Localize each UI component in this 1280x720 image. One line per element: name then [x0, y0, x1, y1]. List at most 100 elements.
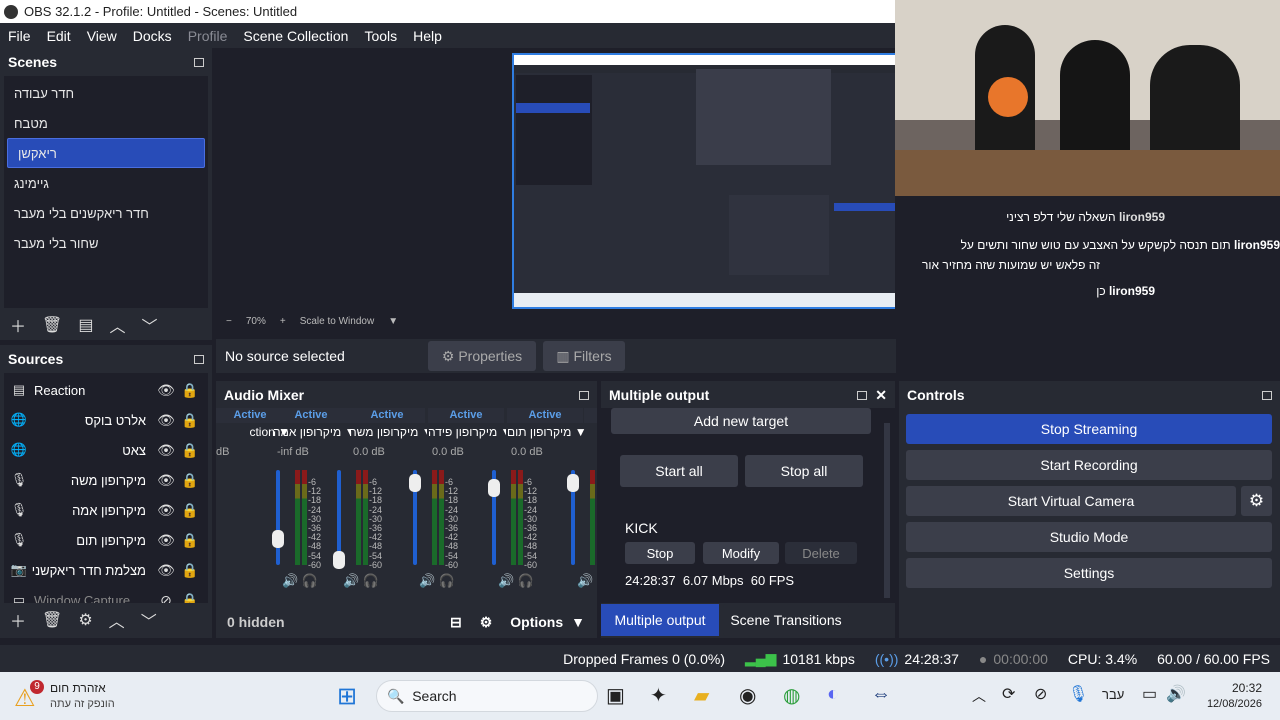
move-up-icon[interactable]: ︿ [109, 608, 125, 632]
source-item[interactable]: 🎙 מיקרופון תום 👁 🔒 [4, 525, 208, 555]
menu-help[interactable]: Help [405, 28, 450, 44]
lock-icon[interactable]: 🔒 [178, 562, 202, 579]
close-icon[interactable]: ✕ [875, 387, 887, 403]
chevron-down-icon[interactable]: ▼ [388, 316, 398, 327]
start-all-button[interactable]: Start all [620, 455, 738, 487]
scrollbar[interactable] [884, 423, 890, 598]
add-target-button[interactable]: Add new target [611, 408, 871, 434]
network-icon[interactable]: ▭ [1142, 684, 1157, 704]
copilot-icon[interactable]: ✦ [650, 683, 667, 708]
source-item[interactable]: 🎙 מיקרופון משה 👁 🔒 [4, 465, 208, 495]
scene-item[interactable]: חדר עבודה [4, 78, 208, 108]
lock-icon[interactable]: 🔒 [178, 592, 202, 604]
clock-time[interactable]: 20:32 [1220, 681, 1262, 695]
eye-icon[interactable]: 👁 [154, 502, 178, 519]
channel-name[interactable]: מיקרופון תום ▼ [507, 425, 585, 439]
delete-button[interactable]: Delete [785, 542, 857, 564]
language-indicator[interactable]: עבר [1102, 687, 1124, 702]
stop-streaming-button[interactable]: Stop Streaming [906, 414, 1272, 444]
scene-item[interactable]: גיימינג [4, 168, 208, 198]
mixer-settings-icon[interactable]: ⚙ [480, 614, 493, 631]
task-view-icon[interactable]: ▣ [606, 683, 625, 708]
lock-icon[interactable]: 🔒 [178, 532, 202, 549]
move-up-icon[interactable]: ︿ [109, 313, 125, 337]
menu-file[interactable]: File [0, 28, 39, 44]
channel-name[interactable]: מיקרופון משה ▼ [349, 425, 427, 439]
eye-icon[interactable]: 👁 [154, 412, 178, 429]
remove-scene-icon[interactable]: 🗑 [42, 315, 62, 335]
zoom-out-icon[interactable]: − [226, 316, 232, 327]
undock-icon[interactable] [1262, 390, 1272, 400]
add-source-icon[interactable]: ＋ [10, 608, 26, 632]
source-item[interactable]: 🌐 אלרט בוקס 👁 🔒 [4, 405, 208, 435]
lock-icon[interactable]: 🔒 [178, 382, 202, 399]
layout-icon[interactable]: ⊟ [450, 614, 462, 631]
menu-profile[interactable]: Profile [180, 28, 236, 44]
virtual-camera-settings-icon[interactable]: ⚙ [1241, 486, 1272, 516]
undock-icon[interactable] [857, 390, 868, 400]
tab-multiple-output[interactable]: Multiple output [601, 604, 719, 636]
lock-icon[interactable]: 🔒 [178, 472, 202, 489]
start-virtual-camera-button[interactable]: Start Virtual Camera [906, 486, 1236, 516]
source-item[interactable]: ▭ Window Capture ⊘ 🔒 [4, 585, 208, 604]
teamviewer-icon[interactable]: ⇔ [871, 683, 891, 706]
windows-start-icon[interactable]: ⊞ [337, 682, 357, 711]
search-box[interactable]: 🔍 Search [376, 680, 598, 712]
scene-item[interactable]: שחור בלי מעבר [4, 228, 208, 258]
source-item[interactable]: ▤ Reaction 👁 🔒 [4, 375, 208, 405]
channel-name[interactable]: מיקרופון פידה ▼ [428, 425, 506, 439]
source-item[interactable]: 🎙 מיקרופון אמה 👁 🔒 [4, 495, 208, 525]
chevron-up-icon[interactable]: ︿ [972, 686, 986, 706]
clock-date[interactable]: 12/08/2026 [1196, 698, 1262, 710]
volume-slider[interactable] [333, 470, 345, 569]
remove-source-icon[interactable]: 🗑 [42, 610, 62, 630]
options-button[interactable]: Options [510, 614, 563, 630]
eye-hidden-icon[interactable]: ⊘ [154, 592, 178, 604]
weather-icon[interactable]: ⚠ 9 [14, 680, 46, 712]
zoom-in-icon[interactable]: + [280, 316, 286, 327]
source-item[interactable]: 📷 מצלמת חדר ריאקשני 👁 🔒 [4, 555, 208, 585]
eye-icon[interactable]: 👁 [154, 472, 178, 489]
stop-all-button[interactable]: Stop all [745, 455, 863, 487]
menu-scene-collection[interactable]: Scene Collection [235, 28, 356, 44]
scene-item[interactable]: מטבח [4, 108, 208, 138]
eye-icon[interactable]: 👁 [154, 532, 178, 549]
modify-button[interactable]: Modify [703, 542, 779, 564]
scene-item[interactable]: חדר ריאקשנים בלי מעבר [4, 198, 208, 228]
file-explorer-icon[interactable]: ▰ [694, 683, 709, 708]
sync-icon[interactable]: ⟳ [1002, 684, 1015, 704]
volume-slider[interactable] [488, 470, 500, 565]
menu-docks[interactable]: Docks [125, 28, 180, 44]
slider-knob[interactable] [488, 478, 500, 497]
move-down-icon[interactable]: ﹀ [141, 313, 157, 337]
add-scene-icon[interactable]: ＋ [10, 313, 26, 337]
studio-mode-button[interactable]: Studio Mode [906, 522, 1272, 552]
properties-button[interactable]: ⚙ Properties [428, 341, 536, 371]
discord-icon[interactable]: ◐ [827, 683, 839, 706]
slider-knob[interactable] [333, 550, 345, 569]
filters-icon[interactable]: ▤ [78, 315, 93, 335]
menu-edit[interactable]: Edit [39, 28, 79, 44]
menu-view[interactable]: View [79, 28, 125, 44]
move-down-icon[interactable]: ﹀ [141, 608, 157, 632]
source-item[interactable]: 🌐 צאט 👁 🔒 [4, 435, 208, 465]
scene-item-selected[interactable]: ריאקשן [7, 138, 205, 168]
channel-name[interactable]: מיקרופון אמה ▼ [273, 425, 351, 439]
volume-icon[interactable]: 🔊 [1166, 684, 1186, 704]
channel-name[interactable]: מיקרופון ▼ [584, 425, 597, 439]
chrome-icon[interactable]: ◍ [783, 683, 800, 708]
obs-app-icon[interactable]: ◉ [739, 683, 756, 708]
eye-icon[interactable]: 👁 [154, 382, 178, 399]
menu-tools[interactable]: Tools [356, 28, 405, 44]
lock-icon[interactable]: 🔒 [178, 442, 202, 459]
mic-icon[interactable]: 🎙 [1068, 684, 1088, 704]
lock-icon[interactable]: 🔒 [178, 412, 202, 429]
stop-button[interactable]: Stop [625, 542, 695, 564]
gear-icon[interactable]: ⚙ [78, 610, 92, 630]
undock-icon[interactable] [194, 57, 204, 67]
tab-scene-transitions[interactable]: Scene Transitions [723, 604, 849, 636]
start-recording-button[interactable]: Start Recording [906, 450, 1272, 480]
chevron-down-icon[interactable]: ▼ [571, 614, 585, 630]
eye-off-icon[interactable]: ⊘ [1034, 684, 1047, 704]
slider-knob[interactable] [409, 474, 421, 493]
